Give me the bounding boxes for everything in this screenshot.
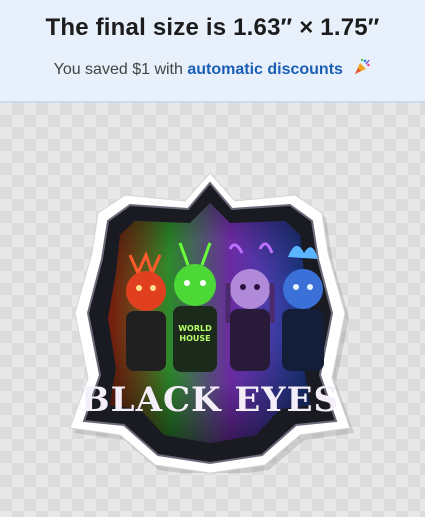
party-popper-icon: [353, 58, 371, 81]
savings-text: You saved $1 with: [53, 61, 188, 78]
final-size-title: The final size is 1.63″ × 1.75″: [45, 14, 380, 41]
sticker-image: WORLD HOUSE BLACK EYES: [60, 172, 360, 478]
hoodie-text-line1: WORLD: [178, 324, 212, 333]
sticker-preview-area: WORLD HOUSE BLACK EYES: [0, 103, 425, 517]
sticker-title-text: BLACK EYES: [81, 380, 339, 420]
hoodie-text-line2: HOUSE: [179, 334, 210, 343]
size-banner: The final size is 1.63″ × 1.75″ You save…: [0, 0, 425, 103]
savings-message: You saved $1 with automatic discounts: [0, 58, 425, 81]
automatic-discounts-link[interactable]: automatic discounts: [187, 61, 343, 78]
